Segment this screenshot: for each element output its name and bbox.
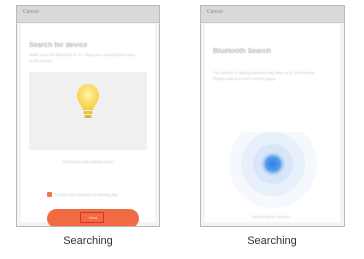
- cancel-link[interactable]: Cancel: [23, 9, 39, 15]
- next-button-label: Next: [88, 215, 98, 220]
- screen-content: Search for device Make sure the Bluetoot…: [21, 24, 155, 226]
- confirm-checkbox[interactable]: [47, 192, 52, 197]
- cancel-link[interactable]: Cancel: [207, 9, 223, 15]
- bluetooth-search-screen: Cancel Bluetooth Search The search of ne…: [200, 5, 345, 227]
- bluetooth-scan-animation: [228, 132, 317, 208]
- search-device-screen: Cancel Search for device Make sure the B…: [16, 5, 160, 227]
- device-illustration: [29, 72, 147, 150]
- searching-status: Searching for devices...: [251, 214, 294, 219]
- top-bar: Cancel: [17, 6, 159, 23]
- next-button[interactable]: Next: [47, 209, 139, 226]
- pairing-hint[interactable]: Put device into pairing mode: [21, 159, 155, 164]
- top-bar: Cancel: [201, 6, 344, 23]
- screen-instructions: Make sure the Bluetooth is on. Keep your…: [29, 52, 136, 63]
- screen-instructions: The search of nearby devices may take up…: [213, 70, 316, 81]
- screen-heading: Search for device: [29, 42, 88, 49]
- screen-content: Bluetooth Search The search of nearby de…: [205, 24, 340, 222]
- caption-right: Searching: [247, 235, 297, 247]
- light-bulb-icon: [77, 84, 99, 118]
- confirm-checkbox-label: Confirm the indicator is blinking fast: [55, 192, 119, 197]
- caption-left: Searching: [63, 235, 113, 247]
- screen-heading: Bluetooth Search: [213, 48, 271, 55]
